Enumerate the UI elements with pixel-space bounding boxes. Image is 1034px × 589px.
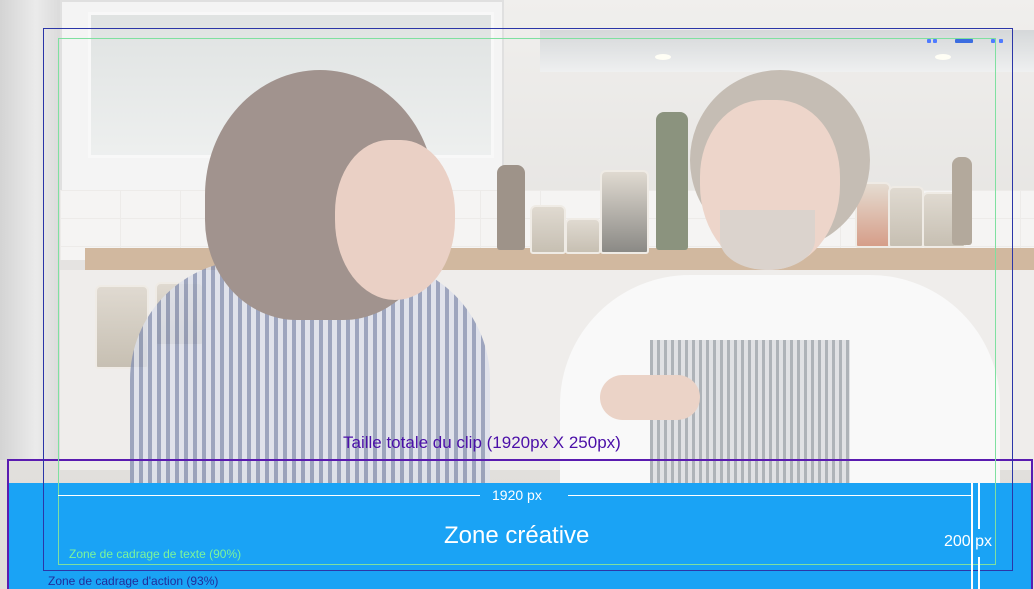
text-safe-label: Zone de cadrage de texte (90%)	[69, 547, 242, 561]
height-dimension-tick-top	[978, 483, 980, 529]
clip-size-label: Taille totale du clip (1920px X 250px)	[343, 433, 621, 452]
height-dimension-tick-bottom	[978, 557, 980, 589]
width-dimension-line-right	[568, 495, 971, 496]
height-label: 200 px	[944, 533, 993, 550]
action-safe-label: Zone de cadrage d'action (93%)	[48, 574, 219, 588]
text-safe-frame	[58, 38, 996, 565]
creative-zone-label: Zone créative	[444, 522, 590, 549]
width-dimension-line-left	[58, 495, 480, 496]
width-label: 1920 px	[492, 487, 542, 503]
